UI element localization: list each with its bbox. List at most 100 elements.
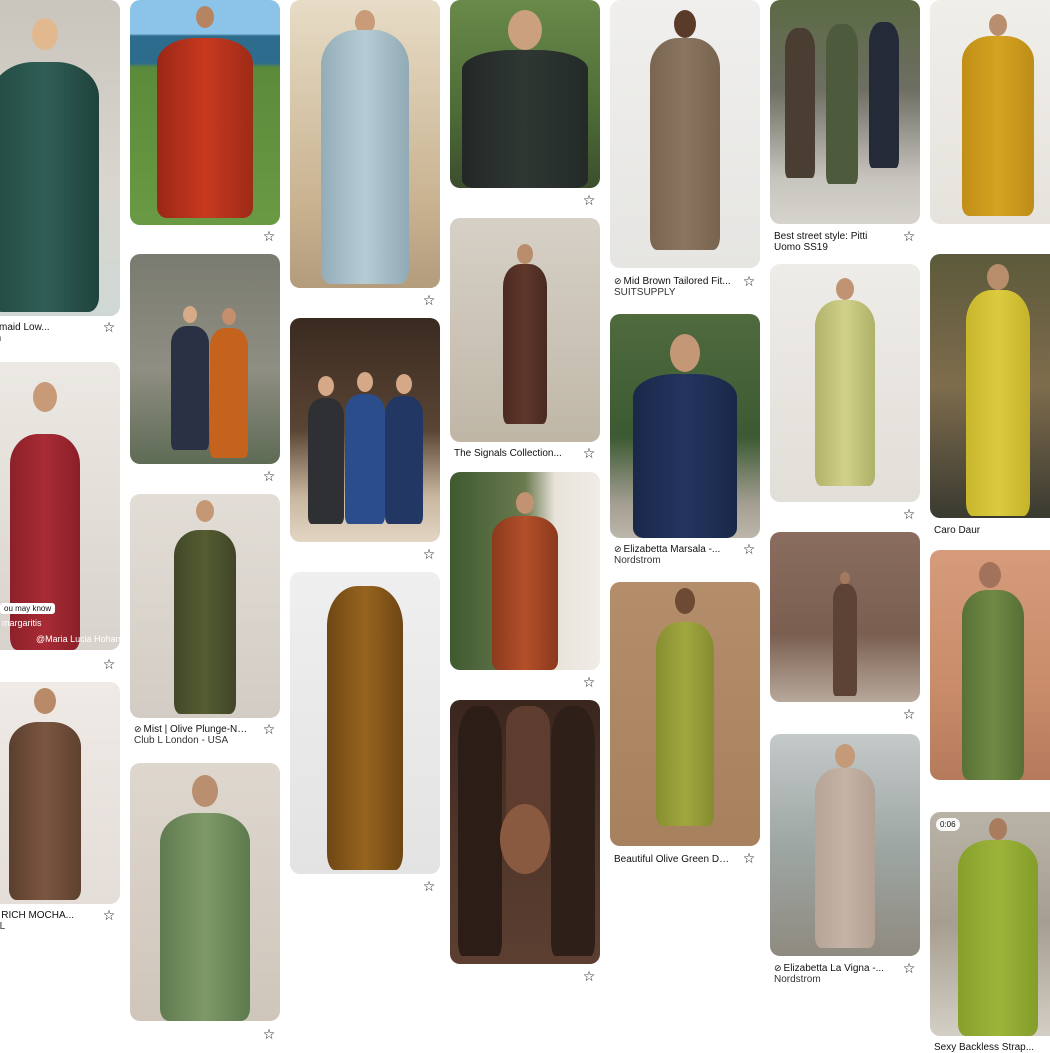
save-star-icon[interactable]: ☆ (262, 723, 276, 737)
pin-image[interactable] (930, 550, 1050, 780)
dress-shape (321, 30, 409, 284)
save-star-icon[interactable]: ☆ (422, 880, 436, 894)
pin-lime-backless-strap-dress[interactable]: 0:06 Sexy Backless Strap... (930, 812, 1050, 1053)
dress-shape (458, 706, 502, 956)
save-star-icon[interactable]: ☆ (582, 676, 596, 690)
pin-bronze-plunge-dress[interactable]: ☆ (290, 572, 440, 894)
save-star-icon[interactable]: ☆ (262, 230, 276, 244)
pin-image[interactable] (610, 582, 760, 846)
pin-pitti-uomo-street-style[interactable]: Best street style: Pitti Uomo SS19 ☆ (770, 0, 920, 253)
pin-taupe-column-dress[interactable]: ☆ (770, 532, 920, 724)
pin-beige-suit-street[interactable]: ⊘ Elizabetta La Vigna -... Nordstrom ☆ (770, 734, 920, 986)
pin-image[interactable] (770, 532, 920, 702)
pin-image[interactable] (450, 472, 600, 670)
pin-image[interactable] (130, 494, 280, 718)
pin-image[interactable] (770, 264, 920, 502)
product-tag-icon: ⊘ (774, 963, 782, 973)
pin-chocolate-lace-collage[interactable]: ☆ (450, 700, 600, 986)
save-star-icon[interactable]: ☆ (582, 970, 596, 984)
pin-image[interactable]: 0:06 (930, 812, 1050, 1036)
pin-image[interactable] (450, 0, 600, 188)
pin-title-text: Elizabetta La Vigna -... (783, 963, 884, 974)
video-duration-badge: 0:06 (936, 818, 960, 831)
save-star-icon[interactable]: ☆ (742, 543, 756, 557)
person-head (357, 372, 373, 392)
pin-emerald-mermaid-gown[interactable]: c Mermaid Low... ntfash ☆ (0, 0, 120, 348)
person-head (674, 10, 696, 38)
pin-image[interactable] (930, 0, 1050, 224)
pin-mid-brown-tailored-suit[interactable]: ⊘ Mid Brown Tailored Fit... SUITSUPPLY ☆ (610, 0, 760, 300)
save-star-icon[interactable]: ☆ (102, 658, 116, 672)
pin-caro-daur-yellow-dress[interactable]: Caro Daur (930, 254, 1050, 538)
pin-image[interactable]: ou may know margaritis @Maria Lucia Hoha… (0, 362, 120, 650)
pin-image[interactable] (290, 572, 440, 874)
model-head (675, 588, 695, 614)
pin-rust-halter-dress[interactable]: ☆ (450, 472, 600, 692)
save-star-icon[interactable]: ☆ (902, 508, 916, 522)
save-star-icon[interactable]: ☆ (742, 275, 756, 289)
pin-signals-collection-dress[interactable]: The Signals Collection... ☆ (450, 218, 600, 464)
save-star-icon[interactable]: ☆ (902, 962, 916, 976)
pin-navy-double-breasted-suit[interactable]: ⊘ Elizabetta Marsala -... Nordstrom ☆ (610, 314, 760, 566)
model-head (986, 264, 1009, 290)
pin-image[interactable] (0, 0, 120, 316)
pin-image[interactable] (290, 0, 440, 288)
pin-mocha-draped-dress[interactable]: OWN RICH MOCHA... LABEL ☆ (0, 682, 120, 932)
save-star-icon[interactable]: ☆ (422, 294, 436, 308)
pin-green-halter-dress[interactable] (930, 550, 1050, 782)
overlay-label: ou may know (0, 603, 56, 614)
suit-shape (633, 374, 737, 538)
dress-shape (327, 586, 403, 870)
pin-crimson-gown[interactable]: ou may know margaritis @Maria Lucia Hoha… (0, 362, 120, 672)
dress-shape (492, 516, 558, 670)
pin-image[interactable] (930, 254, 1050, 518)
save-star-icon[interactable]: ☆ (582, 194, 596, 208)
model-head (196, 500, 214, 522)
pin-dark-green-suit[interactable]: ☆ (450, 0, 600, 210)
suit-shape (826, 24, 858, 184)
pin-olive-green-strapless-dress[interactable]: Beautiful Olive Green Dress ☆ (610, 582, 760, 866)
product-tag-icon: ⊘ (614, 544, 622, 554)
pin-pale-blue-strapless-gown[interactable]: ☆ (290, 0, 440, 310)
dress-shape (160, 813, 250, 1021)
person-head (222, 308, 236, 325)
pin-image[interactable] (770, 734, 920, 956)
pin-image[interactable] (610, 314, 760, 538)
save-star-icon[interactable]: ☆ (902, 230, 916, 244)
suit-shape (815, 768, 875, 948)
model-head (988, 818, 1007, 840)
dress-shape (961, 36, 1034, 216)
save-star-icon[interactable]: ☆ (902, 708, 916, 722)
pin-image[interactable] (450, 700, 600, 964)
save-star-icon[interactable]: ☆ (102, 909, 116, 923)
model-head (33, 382, 57, 412)
save-star-icon[interactable]: ☆ (262, 470, 276, 484)
suit-shape (171, 326, 209, 450)
suit-shape (650, 38, 720, 250)
pin-mustard-ruffle-gown[interactable] (930, 0, 1050, 226)
pin-image[interactable] (0, 682, 120, 904)
pin-image[interactable] (610, 0, 760, 268)
pin-title-text: Elizabetta Marsala -... (623, 544, 721, 555)
pin-image[interactable] (450, 218, 600, 442)
save-star-icon[interactable]: ☆ (262, 1028, 276, 1042)
pin-sage-long-sleeve-gown[interactable]: ☆ (130, 763, 280, 1043)
pin-chartreuse-asymmetric-gown[interactable]: ☆ (770, 264, 920, 524)
pin-red-gown-seaside[interactable]: ☆ (130, 0, 280, 246)
save-star-icon[interactable]: ☆ (422, 548, 436, 562)
pin-source: Club L London - USA (134, 735, 229, 746)
pin-couple-wedding-guest[interactable]: ☆ (130, 254, 280, 486)
pin-three-suits-bar[interactable]: ☆ (290, 318, 440, 564)
pin-image[interactable] (770, 0, 920, 224)
pin-image[interactable] (130, 254, 280, 464)
pin-image[interactable] (130, 763, 280, 1021)
pin-image[interactable] (290, 318, 440, 542)
dress-shape (957, 840, 1038, 1036)
pin-olive-plunge-dress[interactable]: ⊘ Mist | Olive Plunge-Nec... Club L Londo… (130, 494, 280, 746)
save-star-icon[interactable]: ☆ (742, 852, 756, 866)
save-star-icon[interactable]: ☆ (102, 321, 116, 335)
pin-image[interactable] (130, 0, 280, 225)
pin-title: ⊘ Mid Brown Tailored Fit... (614, 276, 732, 287)
save-star-icon[interactable]: ☆ (582, 447, 596, 461)
pin-title: OWN RICH MOCHA... (0, 910, 74, 921)
